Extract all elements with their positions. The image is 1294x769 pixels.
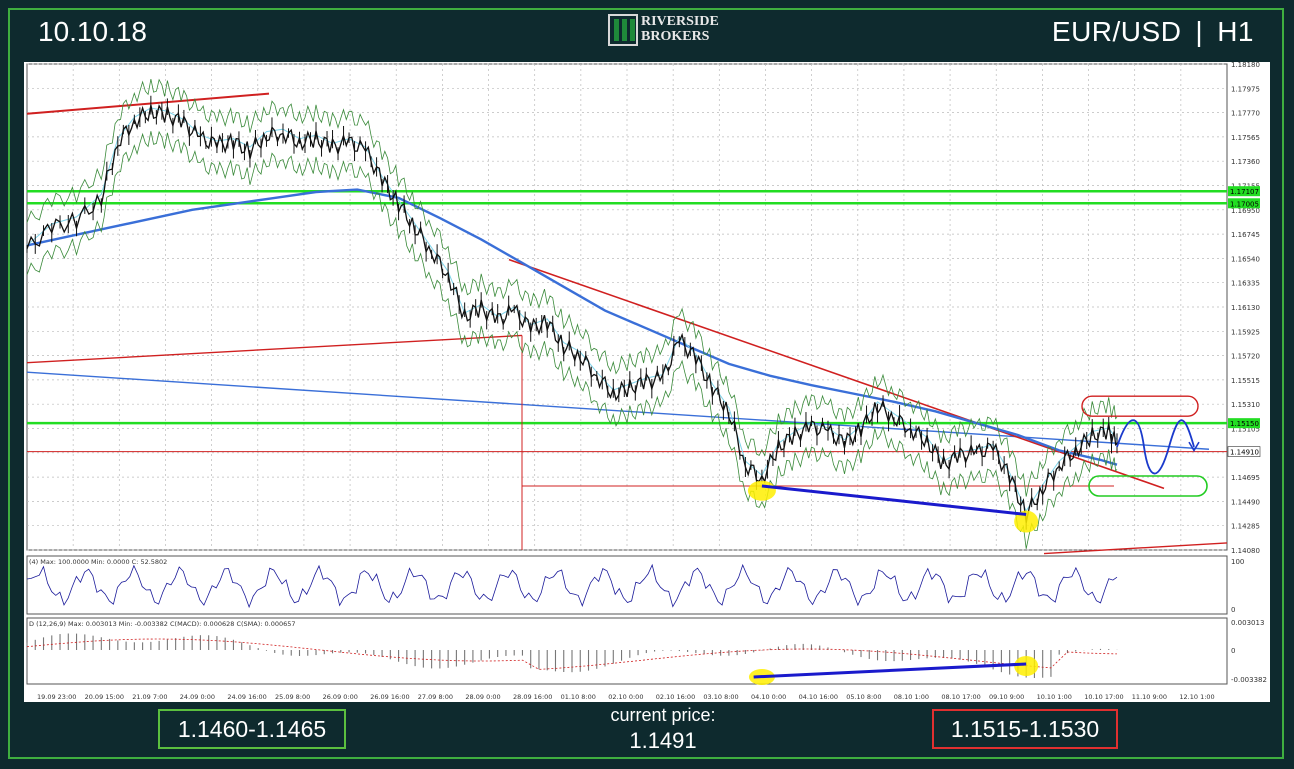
y-tick-label: 1.15515	[1231, 377, 1260, 385]
x-tick-label: 02.10 0:00	[608, 693, 643, 701]
y-tick-label: 1.17565	[1231, 134, 1260, 142]
x-tick-label: 04.10 0:00	[751, 693, 786, 701]
macd-tick: 0	[1231, 647, 1235, 655]
pair-text: EUR/USD	[1051, 16, 1182, 47]
x-tick-label: 19.09 23:00	[37, 693, 76, 701]
macd-histogram	[26, 633, 1118, 678]
price-tag-label: 1.15150	[1230, 420, 1259, 428]
x-tick-label: 12.10 1:00	[1179, 693, 1214, 701]
logo-mark-icon	[608, 14, 638, 46]
x-tick-label: 04.10 16:00	[799, 693, 838, 701]
x-tick-label: 28.09 0:00	[465, 693, 500, 701]
x-tick-label: 05.10 8:00	[846, 693, 881, 701]
price-divergence-line	[761, 484, 1027, 516]
current-price-label: current price:	[610, 705, 716, 725]
resistance-range-box: 1.1515-1.1530	[932, 709, 1118, 749]
y-tick-label: 1.14490	[1231, 498, 1260, 506]
separator: |	[1195, 16, 1204, 47]
current-price: current price: 1.1491	[560, 705, 766, 754]
y-tick-label: 1.15310	[1231, 401, 1260, 409]
y-tick-label: 1.14695	[1231, 474, 1260, 482]
price-tag-label: 1.17107	[1230, 188, 1259, 196]
price-tag: 1.17107	[1228, 186, 1260, 197]
price-tag: 1.14910	[1227, 446, 1261, 457]
long-trendline	[26, 371, 1210, 450]
y-tick-label: 1.16130	[1231, 304, 1260, 312]
oscillator-panel-border	[26, 555, 1228, 615]
x-tick-label: 28.09 16:00	[513, 693, 552, 701]
x-tick-label: 25.09 8:00	[275, 693, 310, 701]
current-price-value: 1.1491	[629, 728, 697, 753]
oscillator-header: (4) Max: 100.0000 Min: 0.0000 C: 52.5802	[29, 558, 167, 566]
low-highlight-1	[747, 480, 776, 501]
y-tick-label: 1.17770	[1231, 110, 1260, 118]
macd-divergence-line	[753, 662, 1027, 679]
oscillator-line	[26, 563, 1118, 609]
macd-tick: -0.003382	[1231, 676, 1267, 684]
price-chart: 1.18180 1.17975 1.17770 1.17565 1.17360 1.171…	[24, 61, 1270, 702]
fast-ma-line	[26, 107, 1118, 512]
brand-logo: RIVERSIDE BROKERS	[608, 14, 719, 48]
y-tick-label: 1.18180	[1231, 62, 1260, 69]
logo-text: RIVERSIDE BROKERS	[641, 14, 719, 44]
x-tick-label: 20.09 15:00	[85, 693, 124, 701]
x-tick-label: 10.10 17:00	[1084, 693, 1123, 701]
y-tick-label: 1.17360	[1231, 158, 1260, 166]
x-tick-label: 09.10 9:00	[989, 693, 1024, 701]
timeframe-text: H1	[1217, 16, 1254, 47]
y-tick-label: 1.17975	[1231, 85, 1260, 93]
y-tick-label: 1.16745	[1231, 231, 1260, 239]
x-tick-label: 02.10 16:00	[656, 693, 695, 701]
y-tick-label: 1.16540	[1231, 255, 1260, 263]
y-tick-label: 1.14080	[1231, 547, 1260, 555]
top-resistance-line	[26, 92, 270, 115]
x-tick-label: 08.10 17:00	[941, 693, 980, 701]
macd-header: D (12,26,9) Max: 0.003013 Min: -0.003382…	[29, 620, 296, 628]
x-tick-label: 01.10 8:00	[561, 693, 596, 701]
price-tag: 1.17005	[1228, 198, 1260, 209]
x-tick-label: 24.09 0:00	[180, 693, 215, 701]
price-line	[26, 103, 1118, 523]
price-tag-label: 1.17005	[1230, 200, 1259, 208]
y-tick-label: 1.16335	[1231, 280, 1260, 288]
x-tick-label: 10.10 1:00	[1037, 693, 1072, 701]
y-tick-label: 1.14285	[1231, 523, 1260, 531]
upper-band-line	[26, 78, 1118, 497]
instrument-label: EUR/USD | H1	[1052, 16, 1254, 48]
x-tick-label: 26.09 16:00	[370, 693, 409, 701]
chart-svg: 1.18180 1.17975 1.17770 1.17565 1.17360 1.171…	[26, 61, 1267, 701]
bottom-rising-line	[1043, 542, 1228, 555]
x-tick-label: 26.09 0:00	[323, 693, 358, 701]
y-tick-label: 1.15720	[1231, 353, 1260, 361]
support-range-box: 1.1460-1.1465	[158, 709, 346, 749]
x-tick-label: 21.09 7:00	[132, 693, 167, 701]
x-tick-label: 27.09 8:00	[418, 693, 453, 701]
y-tick-label: 1.15925	[1231, 328, 1260, 336]
x-tick-label: 24.09 16:00	[227, 693, 266, 701]
date-label: 10.10.18	[38, 16, 147, 47]
price-tag: 1.15150	[1228, 418, 1260, 429]
oscillator-tick: 0	[1231, 606, 1235, 614]
oscillator-tick: 100	[1231, 558, 1244, 566]
red-rising-line	[26, 334, 523, 364]
macd-low-highlight-2	[1014, 656, 1039, 676]
macd-tick: 0.003013	[1231, 619, 1264, 627]
x-tick-label: 08.10 1:00	[894, 693, 929, 701]
x-tick-label: 11.10 9:00	[1132, 693, 1167, 701]
price-tag-label: 1.14910	[1230, 449, 1259, 457]
x-tick-label: 03.10 8:00	[703, 693, 738, 701]
